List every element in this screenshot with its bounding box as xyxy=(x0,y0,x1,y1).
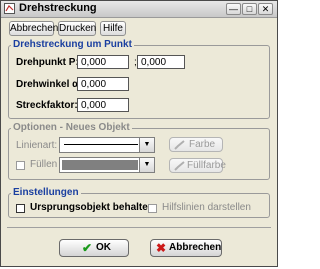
keep-original-label: Ursprungsobjekt behalten xyxy=(30,202,154,213)
maximize-button[interactable]: □ xyxy=(242,3,257,15)
window-title: Drehstreckung xyxy=(19,2,97,14)
options-group-title: Optionen - Neues Objekt xyxy=(11,122,132,133)
fill-color-swatch xyxy=(62,160,138,170)
toolbar-cancel-label: Abbrechen xyxy=(10,23,59,34)
line-style-select[interactable]: ▼ xyxy=(59,137,155,153)
line-style-preview xyxy=(64,144,138,145)
help-button[interactable]: Hilfe xyxy=(100,21,126,36)
point-label: Drehpunkt P: xyxy=(16,57,79,68)
rotation-group-title: Drehstreckung um Punkt xyxy=(11,39,134,50)
help-label: Hilfe xyxy=(102,23,123,34)
chevron-down-icon: ▼ xyxy=(139,138,154,152)
factor-input[interactable] xyxy=(77,98,129,112)
print-label: Drucken xyxy=(59,23,97,34)
print-button[interactable]: Drucken xyxy=(58,21,96,36)
fill-checkbox[interactable] xyxy=(16,161,25,170)
color-button[interactable]: Farbe xyxy=(169,137,223,152)
fill-color-button-label: Füllfarbe xyxy=(187,160,226,171)
brush-icon xyxy=(174,161,185,171)
keep-original-checkbox[interactable] xyxy=(16,204,25,213)
fill-label: Füllen xyxy=(30,159,58,170)
helper-lines-label: Hilfslinien darstellen xyxy=(162,202,251,213)
helper-lines-checkbox[interactable] xyxy=(148,204,157,213)
point-x-input[interactable] xyxy=(77,55,129,69)
line-style-label: Linienart: xyxy=(16,140,58,151)
app-icon xyxy=(4,3,15,14)
footer-divider xyxy=(7,227,271,228)
close-icon: ✕ xyxy=(261,4,270,14)
color-button-label: Farbe xyxy=(189,139,216,150)
close-button[interactable]: ✕ xyxy=(258,3,273,15)
cancel-button[interactable]: ✖ Abbrechen xyxy=(150,239,222,257)
point-y-input[interactable] xyxy=(137,55,185,69)
cancel-label: Abbrechen xyxy=(169,242,222,253)
settings-group-title: Einstellungen xyxy=(11,187,81,198)
toolbar-cancel-button[interactable]: Abbrechen xyxy=(9,21,58,36)
maximize-icon: □ xyxy=(246,4,253,14)
fill-color-button[interactable]: Füllfarbe xyxy=(169,158,226,173)
factor-label: Streckfaktor: xyxy=(16,100,78,111)
checkmark-icon: ✔ xyxy=(82,241,93,255)
cancel-x-icon: ✖ xyxy=(156,241,167,255)
title-bar[interactable]: Drehstreckung — □ ✕ xyxy=(1,1,277,18)
fill-color-select[interactable]: ▼ xyxy=(59,157,155,173)
chevron-down-icon: ▼ xyxy=(139,158,154,172)
angle-label: Drehwinkel α: xyxy=(16,79,82,90)
minimize-icon: — xyxy=(229,4,238,14)
minimize-button[interactable]: — xyxy=(226,3,241,15)
drehstreckung-dialog: Drehstreckung — □ ✕ Abbrechen Drucken Hi… xyxy=(0,0,278,267)
ok-button[interactable]: ✔ OK xyxy=(59,239,129,257)
brush-icon xyxy=(174,140,185,150)
ok-label: OK xyxy=(96,242,111,253)
angle-input[interactable] xyxy=(77,77,129,91)
